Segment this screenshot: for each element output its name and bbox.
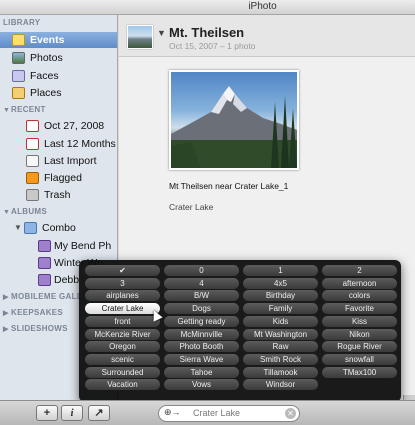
sidebar-item-photos[interactable]: Photos [0, 50, 117, 66]
keyword-button[interactable]: snowfall [322, 353, 397, 365]
disclosure-triangle-icon[interactable]: ▶ [3, 325, 11, 333]
window-title: iPhoto [248, 1, 277, 12]
keyword-popup: ✔ 0 1 2 3 4 4x5 afternoon airplanes B/W Birthday co… [79, 260, 401, 402]
disclosure-triangle-icon[interactable]: ▼ [14, 220, 22, 236]
keyword-button[interactable]: Surrounded [85, 366, 160, 378]
keyword-button[interactable]: McKenzie River [85, 328, 160, 340]
keyword-button[interactable]: scenic [85, 353, 160, 365]
recent-header[interactable]: ▼RECENT [3, 105, 46, 114]
photo-title[interactable]: Mt Theilsen near Crater Lake_1 [169, 181, 288, 191]
album-icon [38, 240, 51, 252]
keyword-button[interactable]: Rogue River [322, 341, 397, 353]
mobileme-header[interactable]: ▶ MOBILEME GALL [3, 292, 82, 301]
keyword-button[interactable]: colors [322, 290, 397, 302]
disclosure-triangle-icon[interactable]: ▶ [3, 309, 11, 317]
keyword-button[interactable]: Birthday [243, 290, 318, 302]
album-icon [38, 257, 51, 269]
folder-icon [24, 222, 37, 234]
sidebar-item-oct-27[interactable]: Oct 27, 2008 [0, 118, 117, 134]
keyword-button[interactable]: Raw [243, 341, 318, 353]
keyword-search-icon[interactable]: ⊕→ [164, 407, 181, 418]
iphoto-window: iPhoto LIBRARY Events Photos Faces Place… [0, 0, 415, 425]
import-icon [26, 155, 39, 167]
keyword-button[interactable]: 3 [85, 277, 160, 289]
sidebar-item-last-import[interactable]: Last Import [0, 153, 117, 169]
photos-icon [12, 52, 25, 64]
album-icon [38, 274, 51, 286]
disclosure-triangle-icon[interactable]: ▶ [3, 293, 11, 301]
clear-search-icon[interactable]: ✕ [285, 408, 296, 419]
keyword-button[interactable]: 4 [164, 277, 239, 289]
sidebar-item-album[interactable]: My Bend Ph [0, 238, 117, 254]
keyword-button[interactable]: Favorite [322, 303, 397, 315]
sidebar-item-events[interactable]: Events [0, 32, 117, 48]
keyword-button[interactable]: McMinnville [164, 328, 239, 340]
keyword-button[interactable]: Tahoe [164, 366, 239, 378]
disclosure-triangle-icon[interactable]: ▼ [3, 209, 11, 216]
search-input[interactable]: Crater Lake [193, 408, 240, 418]
event-title[interactable]: Mt. Theilsen [169, 25, 244, 40]
keyword-button[interactable]: airplanes [85, 290, 160, 302]
sidebar-folder-combo[interactable]: ▼ Combo [0, 220, 117, 236]
disclosure-triangle-icon[interactable]: ▼ [3, 107, 11, 114]
title-bar: iPhoto [0, 0, 415, 15]
keyword-button[interactable]: Photo Booth [164, 341, 239, 353]
keyword-button[interactable]: Nikon [322, 328, 397, 340]
faces-icon [12, 70, 25, 82]
keyword-button[interactable]: Dogs [164, 303, 239, 315]
keyword-button[interactable]: Mt Washington [243, 328, 318, 340]
library-header[interactable]: LIBRARY [3, 18, 40, 27]
calendar-icon [26, 138, 39, 150]
keyword-button[interactable]: Kiss [322, 315, 397, 327]
mountain-photo [171, 86, 297, 168]
event-header: ▼ Mt. Theilsen Oct 15, 2007 – 1 photo [119, 15, 415, 57]
keyword-button[interactable]: Getting ready [164, 315, 239, 327]
keyword-button[interactable]: afternoon [322, 277, 397, 289]
keyword-button[interactable]: TMax100 [322, 366, 397, 378]
keyword-button[interactable]: 4x5 [243, 277, 318, 289]
sidebar-item-places[interactable]: Places [0, 85, 117, 101]
add-button[interactable]: + [36, 405, 58, 421]
places-icon [12, 87, 25, 99]
info-button[interactable]: i [61, 405, 83, 421]
keepsakes-header[interactable]: ▶ KEEPSAKES [3, 308, 63, 317]
disclosure-triangle-icon[interactable]: ▼ [157, 28, 166, 38]
flag-icon [26, 172, 39, 184]
search-field[interactable]: ⊕→ Crater Lake ✕ [158, 405, 300, 422]
keyword-button[interactable]: B/W [164, 290, 239, 302]
sidebar-item-last-12-months[interactable]: Last 12 Months [0, 136, 117, 152]
sidebar-item-faces[interactable]: Faces [0, 68, 117, 84]
keyword-button[interactable]: Sierra Wave [164, 353, 239, 365]
keyword-button[interactable]: Smith Rock [243, 353, 318, 365]
keyword-button[interactable]: Family [243, 303, 318, 315]
fullscreen-button[interactable]: ↗ [88, 405, 110, 421]
bottom-toolbar: + i ↗ ⊕→ Crater Lake ✕ [0, 400, 415, 425]
events-icon [12, 34, 25, 46]
trash-icon [26, 189, 39, 201]
slideshows-header[interactable]: ▶ SLIDESHOWS [3, 324, 68, 333]
keyword-button[interactable]: 0 [164, 265, 239, 276]
keyword-button[interactable]: Vacation [85, 379, 160, 391]
photo-place[interactable]: Crater Lake [169, 202, 213, 212]
keyword-button[interactable]: 1 [243, 265, 318, 276]
event-thumbnail[interactable] [127, 25, 153, 49]
keyword-button[interactable]: Windsor [243, 379, 318, 391]
keyword-button[interactable]: Tillamook [243, 366, 318, 378]
sidebar-item-trash[interactable]: Trash [0, 187, 117, 203]
event-subtitle: Oct 15, 2007 – 1 photo [169, 41, 256, 51]
keyword-button[interactable]: Vows [164, 379, 239, 391]
calendar-icon [26, 120, 39, 132]
keyword-button[interactable]: Oregon [85, 341, 160, 353]
keyword-button[interactable]: 2 [322, 265, 397, 276]
keyword-button[interactable]: Kids [243, 315, 318, 327]
checkmark-keyword-button[interactable]: ✔ [85, 265, 160, 276]
keyword-button[interactable]: front [85, 315, 160, 327]
photo-thumbnail[interactable] [169, 70, 299, 170]
sidebar-item-flagged[interactable]: Flagged [0, 170, 117, 186]
albums-header[interactable]: ▼ALBUMS [3, 207, 47, 216]
